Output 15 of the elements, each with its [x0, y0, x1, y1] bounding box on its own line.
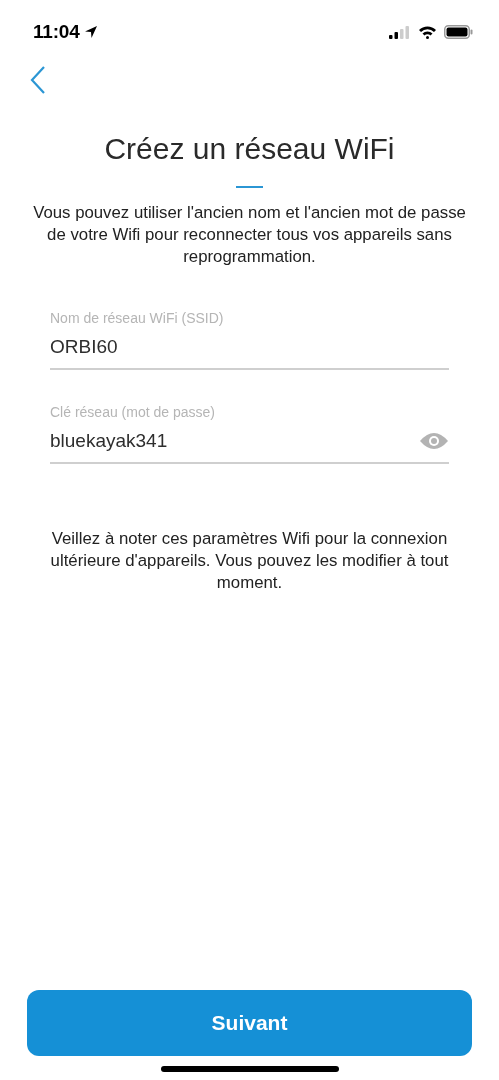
location-arrow-icon	[83, 25, 98, 39]
clock-time: 11:04	[33, 21, 80, 43]
description-text: Vous pouvez utiliser l'ancien nom et l'ancien mot de passe de votre Wifi pour reconnecter tous vos appareils sans reprogrammation.	[32, 202, 467, 268]
signal-icon	[389, 25, 411, 39]
back-button[interactable]	[30, 65, 46, 95]
note-text: Veillez à noter ces paramètres Wifi pour la connexion ultérieure d'appareils. Vous pouvez les modifier à tout moment.	[49, 528, 450, 594]
battery-icon	[444, 25, 473, 39]
next-button[interactable]: Suivant	[27, 990, 472, 1056]
page-title: Créez un réseau WiFi	[103, 132, 396, 166]
field-label: Nom de réseau WiFi (SSID)	[50, 310, 225, 326]
network-name-field[interactable]: ORBI60	[50, 336, 449, 358]
field-label: Clé réseau (mot de passe)	[50, 404, 216, 420]
eye-icon[interactable]	[419, 431, 449, 451]
password-field[interactable]: bluekayak341	[50, 430, 419, 452]
wifi-icon	[418, 25, 437, 39]
